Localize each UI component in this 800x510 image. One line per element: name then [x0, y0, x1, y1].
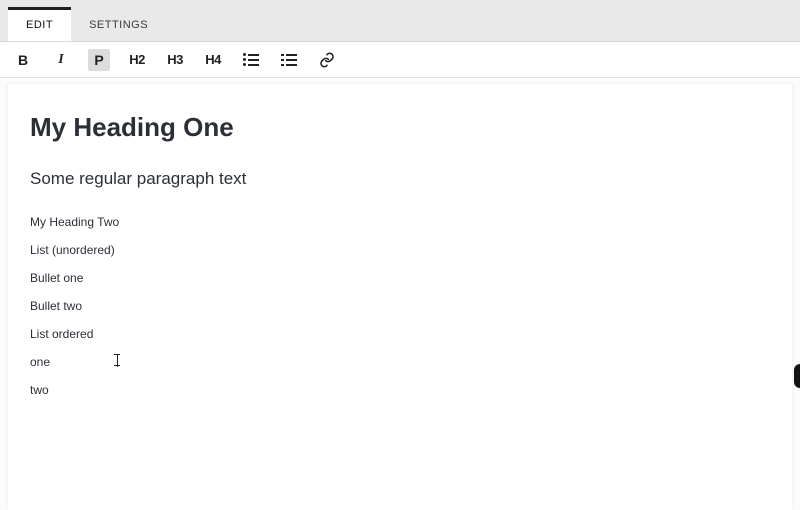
link-icon — [319, 52, 335, 68]
paragraph-text[interactable]: Some regular paragraph text — [30, 169, 770, 189]
unordered-list-button[interactable] — [240, 49, 262, 71]
content-line-text: one — [30, 355, 50, 369]
paragraph-button[interactable]: P — [88, 49, 110, 71]
link-button[interactable] — [316, 49, 338, 71]
editor-area: My Heading One Some regular paragraph te… — [0, 78, 800, 510]
content-line[interactable]: one — [30, 355, 770, 369]
bold-button[interactable]: B — [12, 49, 34, 71]
side-handle[interactable] — [794, 364, 800, 388]
h3-button[interactable]: H3 — [164, 49, 186, 71]
content-line[interactable]: Bullet one — [30, 271, 770, 285]
ordered-list-icon — [281, 54, 297, 66]
heading-one[interactable]: My Heading One — [30, 112, 770, 143]
ordered-list-button[interactable] — [278, 49, 300, 71]
text-cursor-icon — [112, 354, 122, 368]
h2-button[interactable]: H2 — [126, 49, 148, 71]
italic-button[interactable]: I — [50, 49, 72, 71]
tab-bar: EDIT SETTINGS — [0, 0, 800, 42]
h4-button[interactable]: H4 — [202, 49, 224, 71]
content-line[interactable]: My Heading Two — [30, 215, 770, 229]
unordered-list-icon — [243, 54, 259, 66]
tab-edit[interactable]: EDIT — [8, 7, 71, 41]
content-line[interactable]: List ordered — [30, 327, 770, 341]
content-line[interactable]: Bullet two — [30, 299, 770, 313]
content-line[interactable]: two — [30, 383, 770, 397]
tab-settings[interactable]: SETTINGS — [71, 7, 166, 41]
editor-page[interactable]: My Heading One Some regular paragraph te… — [8, 84, 792, 510]
content-line[interactable]: List (unordered) — [30, 243, 770, 257]
toolbar: B I P H2 H3 H4 — [0, 42, 800, 78]
